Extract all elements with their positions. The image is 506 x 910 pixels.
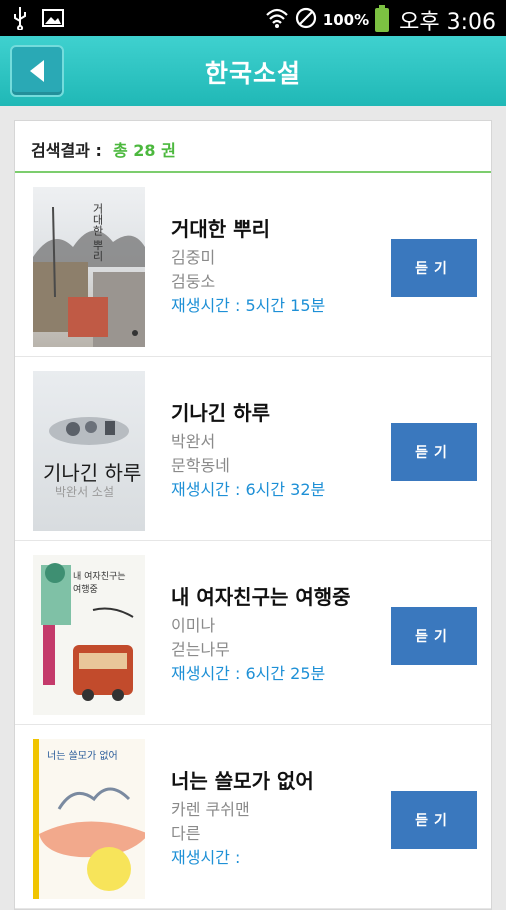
cover-title: 내 여자친구는 여행중 xyxy=(73,572,126,595)
image-icon xyxy=(42,8,64,32)
book-publisher: 다른 xyxy=(171,824,201,843)
list-item[interactable]: 거대한 뿌리 거대한 뿌리 김중미 검둥소 재생시간 : 5시간 15분 듣기 xyxy=(15,173,491,357)
result-label: 검색결과 : xyxy=(31,141,102,160)
cover-title: 기나긴 하루 xyxy=(43,461,142,485)
book-info: 내 여자친구는 여행중 이미나 걷는나무 재생시간 : 6시간 25분 xyxy=(171,581,351,686)
book-duration: 재생시간 : xyxy=(171,848,241,867)
book-duration: 재생시간 : 6시간 32분 xyxy=(171,480,326,499)
book-publisher: 걷는나무 xyxy=(171,640,230,659)
book-publisher: 검둥소 xyxy=(171,272,216,291)
wifi-icon xyxy=(265,7,289,34)
clock: 오후 3:06 xyxy=(399,10,496,35)
book-title: 내 여자친구는 여행중 xyxy=(171,585,351,609)
book-cover: 내 여자친구는 여행중 xyxy=(33,555,145,715)
no-sim-icon xyxy=(295,7,317,34)
book-info: 거대한 뿌리 김중미 검둥소 재생시간 : 5시간 15분 xyxy=(171,213,325,318)
book-publisher: 문학동네 xyxy=(171,456,230,475)
book-title: 너는 쓸모가 없어 xyxy=(171,769,314,793)
book-author: 이미나 xyxy=(171,616,216,635)
status-bar: 100% 오후 3:06 xyxy=(0,0,506,36)
book-info: 너는 쓸모가 없어 카렌 쿠쉬맨 다른 재생시간 : xyxy=(171,765,314,870)
listen-button[interactable]: 듣기 xyxy=(391,607,477,665)
book-author: 김중미 xyxy=(171,248,216,267)
results-panel: 검색결과 : 총 28 권 거대한 뿌리 거대한 뿌리 김중미 검둥소 재생시간… xyxy=(14,120,492,910)
list-item[interactable]: 너는 쓸모가 없어 너는 쓸모가 없어 카렌 쿠쉬맨 다른 재생시간 : 듣기 xyxy=(15,725,491,909)
result-summary: 검색결과 : 총 28 권 xyxy=(15,121,491,173)
book-info: 기나긴 하루 박완서 문학동네 재생시간 : 6시간 32분 xyxy=(171,397,325,502)
listen-button[interactable]: 듣기 xyxy=(391,239,477,297)
page-title: 한국소설 xyxy=(204,59,301,88)
list-item[interactable]: 기나긴 하루 박완서 소설 기나긴 하루 박완서 문학동네 재생시간 : 6시간… xyxy=(15,357,491,541)
battery-percent: 100% xyxy=(322,11,370,29)
battery-icon xyxy=(375,5,390,32)
book-cover: 너는 쓸모가 없어 xyxy=(33,739,145,899)
cover-title: 너는 쓸모가 없어 xyxy=(47,751,118,762)
result-count: 총 28 권 xyxy=(112,141,176,160)
book-author: 박완서 xyxy=(171,432,216,451)
book-title: 거대한 뿌리 xyxy=(171,217,270,241)
book-author: 카렌 쿠쉬맨 xyxy=(171,800,250,819)
book-cover: 거대한 뿌리 xyxy=(33,187,145,347)
cover-subtitle: 박완서 소설 xyxy=(55,485,115,499)
book-cover: 기나긴 하루 박완서 소설 xyxy=(33,371,145,531)
usb-icon xyxy=(12,6,28,34)
listen-button[interactable]: 듣기 xyxy=(391,423,477,481)
book-duration: 재생시간 : 6시간 25분 xyxy=(171,664,326,683)
cover-title: 거대한 뿌리 xyxy=(91,203,104,262)
list-item[interactable]: 내 여자친구는 여행중 내 여자친구는 여행중 이미나 걷는나무 재생시간 : … xyxy=(15,541,491,725)
book-duration: 재생시간 : 5시간 15분 xyxy=(171,296,326,315)
listen-button[interactable]: 듣기 xyxy=(391,791,477,849)
app-header: 한국소설 xyxy=(0,36,506,106)
book-title: 기나긴 하루 xyxy=(171,401,270,425)
